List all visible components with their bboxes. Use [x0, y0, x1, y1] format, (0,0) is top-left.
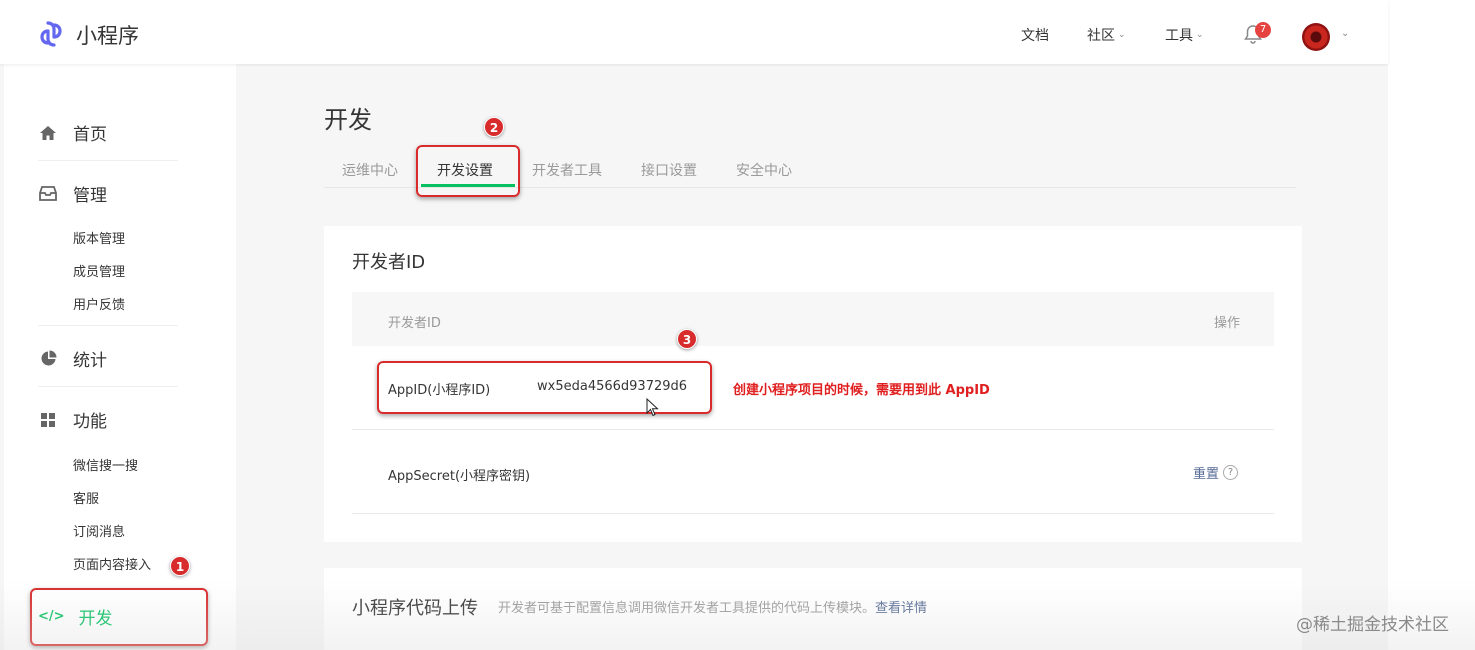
sidebar-subitem-members[interactable]: 成员管理 [73, 261, 125, 280]
home-icon [38, 123, 58, 143]
sidebar-subitem-customer-service[interactable]: 客服 [73, 488, 99, 507]
sidebar: 首页 管理 版本管理 成员管理 用户反馈 统计 功能 微信搜一搜 客服 订阅消息… [4, 64, 236, 650]
tab-api-settings[interactable]: 接口设置 [641, 160, 697, 180]
page-right-margin [1388, 0, 1475, 650]
sidebar-subitem-wechat-search[interactable]: 微信搜一搜 [73, 455, 138, 474]
column-header-id: 开发者ID [388, 316, 441, 331]
divider [38, 160, 178, 161]
pie-chart-icon [38, 349, 58, 369]
nav-tools-label: 工具 [1165, 28, 1193, 44]
nav-community[interactable]: 社区 ⌄ [1087, 25, 1126, 45]
brand-name: 小程序 [76, 24, 139, 48]
sidebar-item-label: 管理 [73, 186, 107, 206]
sidebar-item-label: 功能 [73, 412, 107, 432]
nav-docs-label: 文档 [1021, 28, 1049, 44]
reset-link[interactable]: 重置 ? [1193, 463, 1238, 482]
tab-ops-center[interactable]: 运维中心 [342, 160, 398, 180]
card-description: 开发者可基于配置信息调用微信开发者工具提供的代码上传模块。查看详情 [498, 597, 927, 616]
top-bar: 小程序 文档 社区 ⌄ 工具 ⌄ 7 ⌄ [0, 0, 1388, 64]
tab-dev-tools[interactable]: 开发者工具 [532, 160, 602, 180]
sidebar-item-label: 首页 [73, 125, 107, 145]
reset-label: 重置 [1192, 467, 1219, 482]
table-header: 开发者ID 操作 [352, 292, 1274, 346]
divider [38, 325, 178, 326]
nav-community-label: 社区 [1087, 28, 1115, 44]
inbox-icon [38, 184, 58, 204]
notification-badge: 7 [1255, 22, 1271, 38]
annotation-box-appid [377, 361, 712, 414]
grid-icon [38, 410, 58, 430]
nav-tools[interactable]: 工具 ⌄ [1165, 25, 1204, 45]
step-badge-3: 3 [677, 329, 697, 349]
step-badge-2: 2 [484, 117, 504, 137]
chevron-down-icon[interactable]: ⌄ [1341, 28, 1349, 39]
sidebar-subitem-feedback[interactable]: 用户反馈 [73, 294, 125, 313]
divider [38, 386, 178, 387]
brand-logo[interactable]: 小程序 [38, 20, 139, 50]
column-header-operation: 操作 [1213, 316, 1240, 331]
chevron-down-icon: ⌄ [1196, 30, 1204, 40]
sidebar-item-label: 统计 [73, 351, 107, 371]
card-title: 开发者ID [352, 252, 426, 273]
sidebar-subitem-page-content[interactable]: 页面内容接入 [73, 554, 151, 573]
watermark: @稀土掘金技术社区 [1296, 615, 1449, 635]
tab-security-center[interactable]: 安全中心 [736, 160, 792, 180]
sidebar-item-stats[interactable]: 统计 [38, 346, 107, 371]
upload-description-text: 开发者可基于配置信息调用微信开发者工具提供的代码上传模块。 [498, 601, 876, 616]
annotation-note: 创建小程序项目的时候，需要用到此 AppID [733, 383, 990, 398]
sidebar-subitem-subscribe-message[interactable]: 订阅消息 [73, 521, 125, 540]
table-row-appsecret: AppSecret(小程序密钥) 重置 ? [352, 430, 1274, 514]
chevron-down-icon: ⌄ [1118, 30, 1126, 40]
help-icon[interactable]: ? [1223, 465, 1238, 480]
appsecret-label: AppSecret(小程序密钥) [388, 469, 531, 484]
code-upload-card: 小程序代码上传 开发者可基于配置信息调用微信开发者工具提供的代码上传模块。查看详… [324, 568, 1302, 650]
nav-docs[interactable]: 文档 [1021, 25, 1049, 45]
step-badge-1: 1 [170, 556, 190, 576]
page-title: 开发 [324, 106, 372, 134]
sidebar-subitem-version[interactable]: 版本管理 [73, 228, 125, 247]
card-title: 小程序代码上传 [352, 598, 478, 619]
sidebar-item-home[interactable]: 首页 [38, 120, 107, 145]
sidebar-item-features[interactable]: 功能 [38, 407, 107, 432]
mini-program-logo-icon [40, 21, 62, 47]
annotation-box-tab [416, 145, 520, 197]
sidebar-item-manage[interactable]: 管理 [38, 181, 107, 206]
annotation-box-develop [30, 588, 208, 646]
avatar[interactable] [1302, 23, 1330, 51]
mouse-cursor-icon [646, 398, 659, 417]
view-details-link[interactable]: 查看详情 [875, 601, 927, 616]
